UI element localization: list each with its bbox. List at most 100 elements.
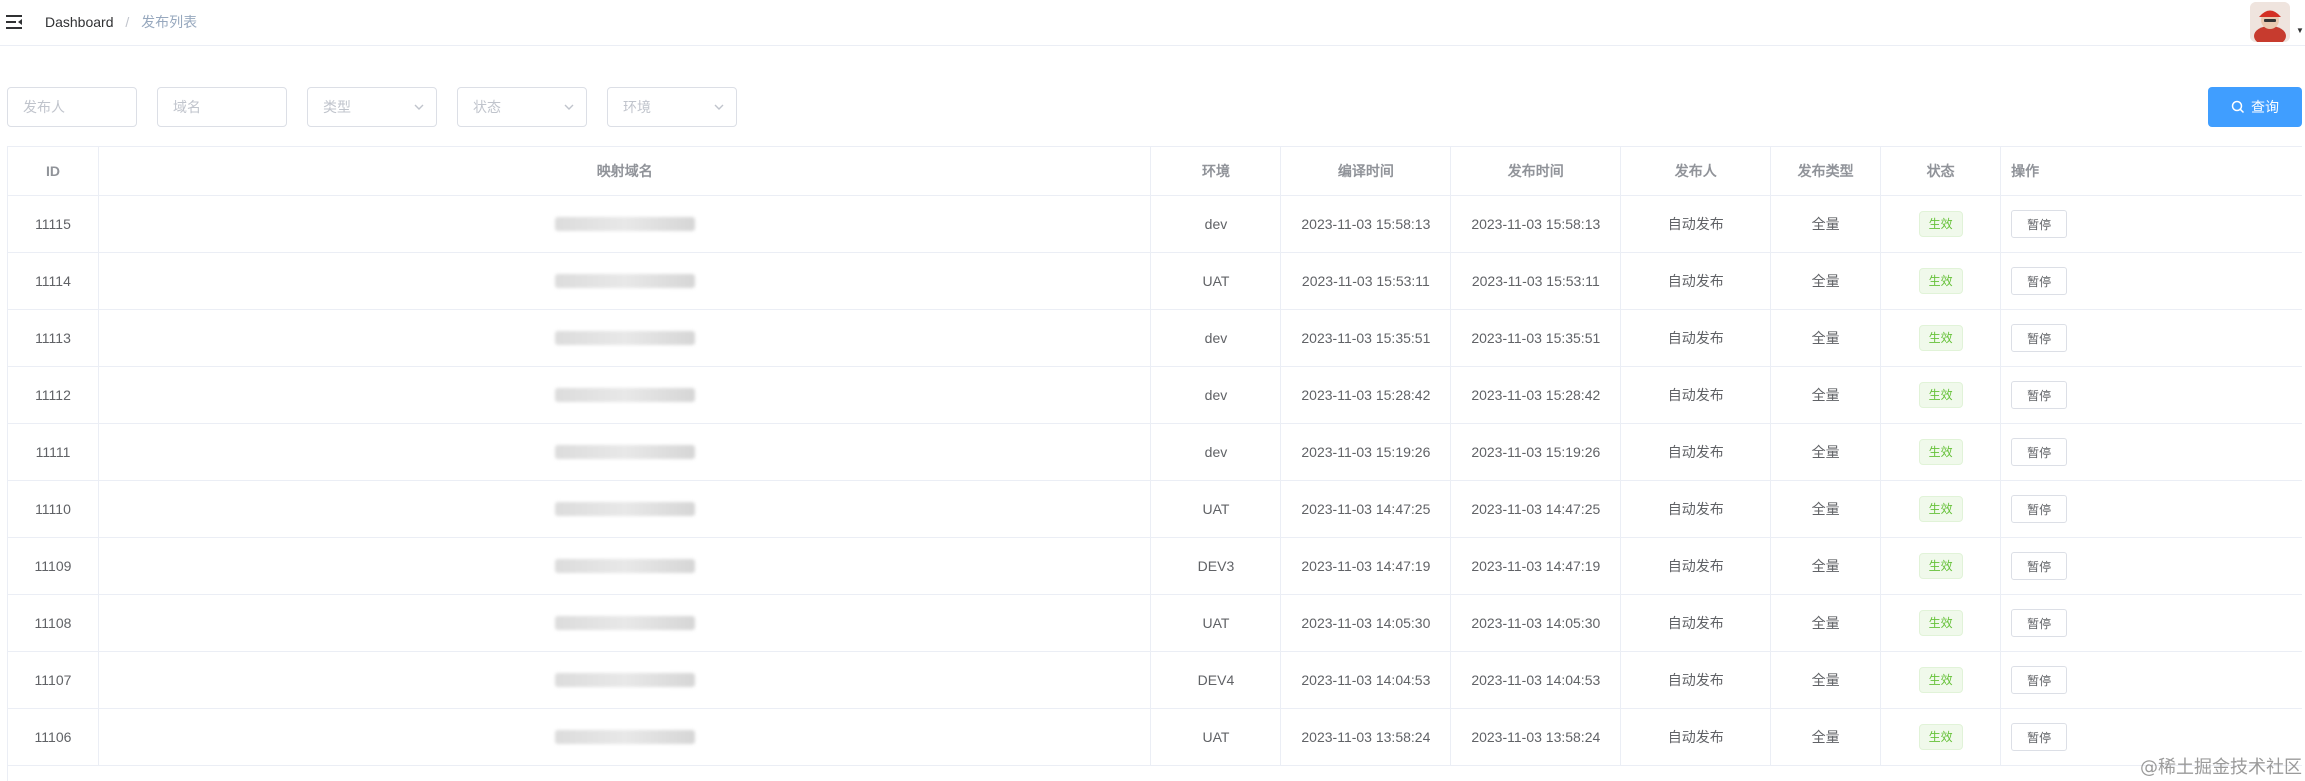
cell-publish-time: 2023-11-03 15:58:13 <box>1451 196 1622 252</box>
cell-ops: 暂停 <box>2001 481 2302 537</box>
cell-status: 生效 <box>1881 595 2002 651</box>
redacted-domain <box>554 502 695 516</box>
pause-button[interactable]: 暂停 <box>2011 438 2068 466</box>
cell-compile-time: 2023-11-03 15:28:42 <box>1281 367 1452 423</box>
cell-publisher: 自动发布 <box>1621 709 1772 765</box>
cell-id: 11107 <box>8 652 99 708</box>
domain-input-wrapper[interactable] <box>157 87 287 127</box>
status-badge: 生效 <box>1918 724 1963 750</box>
header-publish-time: 发布时间 <box>1451 147 1622 195</box>
cell-ops: 暂停 <box>2001 310 2302 366</box>
query-button[interactable]: 查询 <box>2208 87 2302 127</box>
cell-publish-time: 2023-11-03 13:58:24 <box>1451 709 1622 765</box>
cell-ops: 暂停 <box>2001 652 2302 708</box>
header-status: 状态 <box>1881 147 2002 195</box>
pause-button[interactable]: 暂停 <box>2011 267 2068 295</box>
cell-publish-type: 全量 <box>1771 652 1882 708</box>
cell-compile-time: 2023-11-03 14:05:30 <box>1281 595 1452 651</box>
type-select[interactable]: 类型 <box>307 87 437 127</box>
table-row: 11106 UAT 2023-11-03 13:58:24 2023-11-03 13… <box>8 709 2302 766</box>
cell-ops: 暂停 <box>2001 253 2302 309</box>
status-badge: 生效 <box>1918 553 1963 579</box>
status-badge: 生效 <box>1918 610 1963 636</box>
header-env: 环境 <box>1151 147 1282 195</box>
pause-button[interactable]: 暂停 <box>2011 210 2068 238</box>
redacted-domain <box>554 559 695 573</box>
env-select[interactable]: 环境 <box>607 87 737 127</box>
cell-id: 11111 <box>8 424 99 480</box>
caret-down-icon[interactable]: ▼ <box>2296 26 2304 35</box>
cell-publish-time: 2023-11-03 15:28:42 <box>1451 367 1622 423</box>
cell-ops: 暂停 <box>2001 367 2302 423</box>
pause-button[interactable]: 暂停 <box>2011 552 2068 580</box>
domain-input[interactable] <box>173 89 286 125</box>
cell-status: 生效 <box>1881 538 2002 594</box>
cell-publish-time: 2023-11-03 15:35:51 <box>1451 310 1622 366</box>
cell-publisher: 自动发布 <box>1621 310 1772 366</box>
avatar[interactable] <box>2250 2 2290 42</box>
publisher-input[interactable] <box>23 89 136 125</box>
cell-compile-time: 2023-11-03 14:47:19 <box>1281 538 1452 594</box>
cell-env: dev <box>1151 310 1282 366</box>
status-select[interactable]: 状态 <box>457 87 587 127</box>
cell-status: 生效 <box>1881 196 2002 252</box>
cell-publish-time: 2023-11-03 15:53:11 <box>1451 253 1622 309</box>
cell-publish-type: 全量 <box>1771 310 1882 366</box>
cell-publish-time: 2023-11-03 14:47:19 <box>1451 538 1622 594</box>
cell-compile-time: 2023-11-03 14:04:53 <box>1281 652 1452 708</box>
cell-publish-type: 全量 <box>1771 538 1882 594</box>
cell-publisher: 自动发布 <box>1621 424 1772 480</box>
cell-env: DEV4 <box>1151 652 1282 708</box>
breadcrumb-separator: / <box>125 14 130 30</box>
search-icon <box>2231 100 2245 114</box>
publisher-input-wrapper[interactable] <box>7 87 137 127</box>
pause-button[interactable]: 暂停 <box>2011 723 2068 751</box>
status-badge: 生效 <box>1918 325 1963 351</box>
top-navbar: Dashboard / 发布列表 ▼ <box>0 0 2305 46</box>
header-id: ID <box>8 147 99 195</box>
cell-compile-time: 2023-11-03 15:35:51 <box>1281 310 1452 366</box>
hamburger-icon[interactable] <box>6 15 22 29</box>
header-ops: 操作 <box>2011 163 2040 179</box>
cell-id: 11115 <box>8 196 99 252</box>
cell-env: UAT <box>1151 253 1282 309</box>
table-row: 11107 DEV4 2023-11-03 14:04:53 2023-11-03 1… <box>8 652 2302 709</box>
table-row: 11108 UAT 2023-11-03 14:05:30 2023-11-03 14… <box>8 595 2302 652</box>
cell-env: dev <box>1151 424 1282 480</box>
cell-env: UAT <box>1151 709 1282 765</box>
pause-button[interactable]: 暂停 <box>2011 381 2068 409</box>
pause-button[interactable]: 暂停 <box>2011 324 2068 352</box>
cell-publish-time: 2023-11-03 14:04:53 <box>1451 652 1622 708</box>
cell-compile-time: 2023-11-03 14:47:25 <box>1281 481 1452 537</box>
redacted-domain <box>554 730 695 744</box>
table-row: 11110 UAT 2023-11-03 14:47:25 2023-11-03 14… <box>8 481 2302 538</box>
status-badge: 生效 <box>1918 667 1963 693</box>
cell-ops: 暂停 <box>2001 595 2302 651</box>
breadcrumb-home[interactable]: Dashboard <box>45 14 114 30</box>
cell-publish-type: 全量 <box>1771 196 1882 252</box>
redacted-domain <box>554 388 695 402</box>
cell-domain <box>99 538 1152 594</box>
cell-status: 生效 <box>1881 481 2002 537</box>
redacted-domain <box>554 616 695 630</box>
cell-publisher: 自动发布 <box>1621 367 1772 423</box>
table-header-row: ID 映射域名 环境 编译时间 发布时间 发布人 发布类型 状态 操作 <box>8 147 2302 196</box>
header-compile-time: 编译时间 <box>1281 147 1452 195</box>
cell-publish-type: 全量 <box>1771 481 1882 537</box>
cell-id: 11109 <box>8 538 99 594</box>
cell-domain <box>99 595 1152 651</box>
cell-publisher: 自动发布 <box>1621 595 1772 651</box>
pause-button[interactable]: 暂停 <box>2011 609 2068 637</box>
pause-button[interactable]: 暂停 <box>2011 666 2068 694</box>
cell-domain <box>99 481 1152 537</box>
cell-publish-type: 全量 <box>1771 253 1882 309</box>
cell-domain <box>99 709 1152 765</box>
pause-button[interactable]: 暂停 <box>2011 495 2068 523</box>
cell-compile-time: 2023-11-03 15:58:13 <box>1281 196 1452 252</box>
cell-publish-type: 全量 <box>1771 595 1882 651</box>
cell-publish-time: 2023-11-03 15:19:26 <box>1451 424 1622 480</box>
cell-publish-type: 全量 <box>1771 367 1882 423</box>
cell-status: 生效 <box>1881 253 2002 309</box>
cell-publish-type: 全量 <box>1771 709 1882 765</box>
status-badge: 生效 <box>1918 439 1963 465</box>
